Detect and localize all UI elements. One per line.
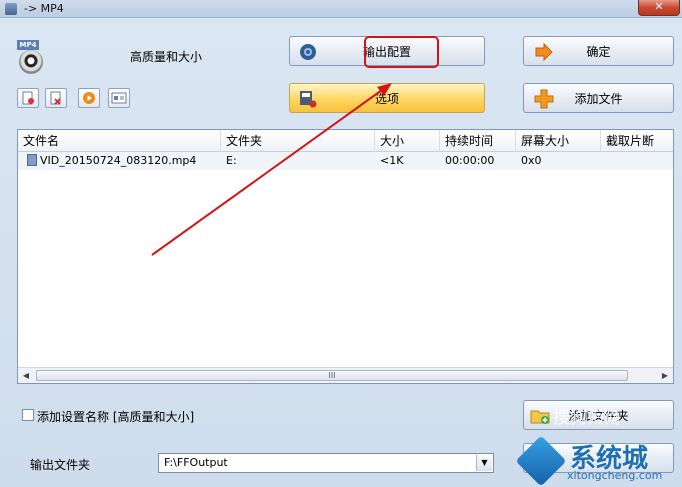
play-button[interactable]	[78, 88, 100, 108]
profile-icon-tag: MP4	[17, 40, 39, 50]
plus-icon	[534, 89, 554, 109]
annotation-highlight-box	[364, 36, 439, 68]
disc-icon	[19, 50, 43, 74]
info-button[interactable]	[108, 88, 130, 108]
options-icon	[300, 91, 317, 108]
window-title: -> MP4	[24, 2, 64, 15]
title-bar: -> MP4 ✕	[0, 0, 682, 18]
cell-size: <1K	[380, 154, 404, 167]
column-header-screen-size[interactable]: 屏幕大小	[516, 130, 601, 152]
output-folder-select[interactable]: F:\FFOutput ▼	[158, 453, 494, 473]
cell-clip	[601, 152, 673, 170]
column-header-name[interactable]: 文件名	[18, 130, 221, 152]
info-icon	[111, 92, 127, 104]
app-icon	[5, 3, 17, 15]
close-button[interactable]: ✕	[638, 0, 680, 16]
table-row[interactable]: VID_20150724_083120.mp4 E: <1K 00:00:00 …	[18, 152, 673, 170]
output-folder-label: 输出文件夹	[30, 458, 91, 472]
column-header-size[interactable]: 大小	[375, 130, 440, 152]
config-gear-icon	[300, 44, 316, 60]
file-list[interactable]: 文件名 文件夹 大小 持续时间 屏幕大小 截取片断 VID_20150724_0…	[17, 129, 674, 384]
cell-duration: 00:00:00	[445, 154, 495, 167]
cell-screen-size: 0x0	[521, 154, 542, 167]
play-icon	[83, 92, 95, 104]
watermark-domain: xitongcheng.com	[567, 469, 663, 482]
add-setting-name-checkbox[interactable]	[22, 409, 34, 421]
remove-icon	[50, 91, 61, 105]
chevron-down-icon[interactable]: ▼	[476, 455, 492, 471]
file-name: VID_20150724_083120.mp4	[40, 154, 197, 167]
ok-button[interactable]: 确定	[523, 36, 674, 66]
mp4-profile-icon: MP4	[16, 40, 46, 74]
folder-add-icon	[530, 410, 550, 424]
column-header-folder[interactable]: 文件夹	[221, 130, 375, 152]
clear-list-icon	[22, 91, 34, 105]
add-file-button[interactable]: 添加文件	[523, 83, 674, 113]
clear-list-button[interactable]	[17, 88, 39, 108]
scroll-thumb[interactable]: III	[36, 370, 628, 381]
scroll-right-icon[interactable]: ▶	[657, 368, 673, 383]
right-arrow-icon	[535, 42, 553, 62]
scroll-left-icon[interactable]: ◀	[18, 368, 34, 383]
add-setting-name-label: 添加设置名称 [高质量和大小]	[37, 410, 195, 424]
output-folder-value: F:\FFOutput	[164, 456, 228, 469]
horizontal-scrollbar[interactable]: ◀ III ▶	[18, 367, 673, 383]
watermark-sohu: 搜狗指南	[553, 408, 621, 428]
options-label: 选项	[374, 91, 399, 106]
add-file-label: 添加文件	[574, 91, 623, 106]
column-header-clip[interactable]: 截取片断	[601, 130, 673, 152]
profile-name: 高质量和大小	[130, 50, 203, 64]
options-button[interactable]: 选项	[289, 83, 485, 113]
remove-button[interactable]	[45, 88, 67, 108]
video-file-icon	[27, 154, 37, 166]
column-header-duration[interactable]: 持续时间	[440, 130, 516, 152]
cell-folder: E:	[226, 154, 237, 167]
list-header: 文件名 文件夹 大小 持续时间 屏幕大小 截取片断	[18, 130, 673, 152]
ok-label: 确定	[586, 44, 611, 59]
cell-file-name: VID_20150724_083120.mp4	[22, 152, 221, 170]
